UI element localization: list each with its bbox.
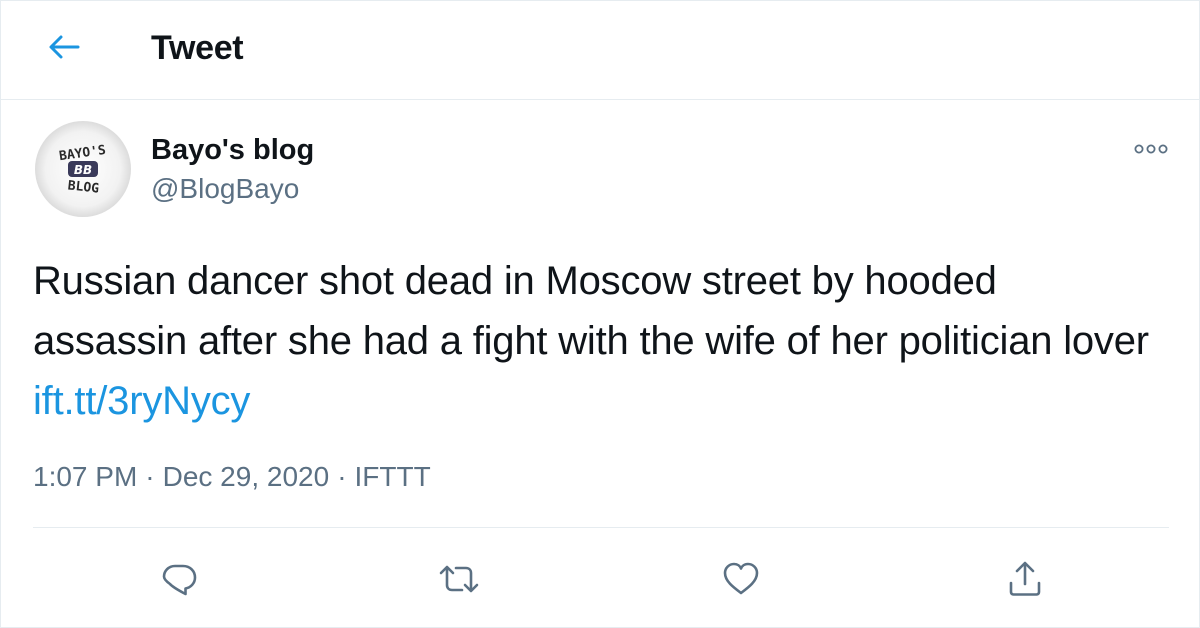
page-title: Tweet: [151, 29, 244, 67]
tweet-page: Tweet BAYO'S BB BLOG Bayo's blog @BlogBa…: [0, 0, 1200, 628]
meta-separator: ·: [145, 461, 155, 492]
back-button[interactable]: [41, 27, 87, 67]
author-handle[interactable]: @BlogBayo: [151, 171, 299, 207]
like-button[interactable]: [719, 557, 763, 601]
tweet-date[interactable]: Dec 29, 2020: [163, 461, 330, 492]
avatar[interactable]: BAYO'S BB BLOG: [35, 121, 131, 217]
more-button[interactable]: [1129, 137, 1173, 161]
meta-separator: ·: [337, 461, 347, 492]
retweet-button[interactable]: [437, 557, 481, 601]
avatar-text-bottom: BLOG: [67, 178, 100, 196]
retweet-icon: [439, 565, 479, 593]
tweet-time[interactable]: 1:07 PM: [33, 461, 137, 492]
more-options-icon: [1134, 144, 1168, 154]
share-button[interactable]: [1003, 557, 1047, 601]
reply-button[interactable]: [157, 557, 201, 601]
tweet-text: Russian dancer shot dead in Moscow stree…: [33, 251, 1153, 431]
tweet-meta: 1:07 PM · Dec 29, 2020 · IFTTT: [33, 459, 431, 495]
header-bar: Tweet: [1, 1, 1200, 100]
blog-logo-icon: BAYO'S BB BLOG: [58, 143, 107, 197]
like-icon: [723, 562, 759, 595]
divider: [33, 527, 1169, 528]
arrow-left-icon: [49, 35, 80, 59]
tweet-link[interactable]: ift.tt/3ryNycy: [33, 379, 250, 423]
tweet-source[interactable]: IFTTT: [355, 461, 431, 492]
tweet-body: Russian dancer shot dead in Moscow stree…: [33, 259, 1149, 363]
share-icon: [1009, 561, 1041, 596]
author-name[interactable]: Bayo's blog: [151, 132, 314, 168]
reply-icon: [162, 564, 197, 596]
avatar-text-middle: BB: [74, 163, 92, 177]
